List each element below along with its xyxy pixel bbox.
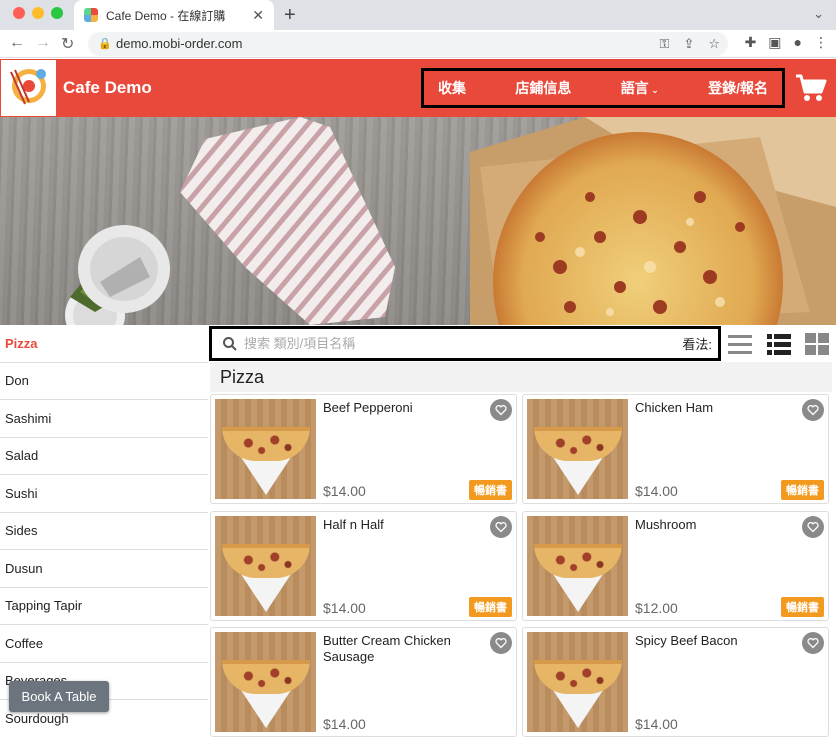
brand-name[interactable]: Cafe Demo [63, 78, 152, 98]
category-item[interactable]: Sushi [0, 475, 208, 513]
favorite-heart-icon[interactable] [802, 632, 824, 654]
back-icon[interactable]: ← [9, 34, 25, 52]
hero-pizza-image [65, 117, 836, 325]
key-icon[interactable]: ⚿ [660, 32, 670, 56]
category-item[interactable]: Dusun [0, 550, 208, 588]
extensions-icon[interactable]: ✚ [745, 34, 757, 51]
search-input[interactable] [244, 336, 683, 351]
favorite-heart-icon[interactable] [490, 516, 512, 538]
product-price: $14.00 [323, 716, 366, 732]
minimize-window-button[interactable] [32, 7, 44, 19]
product-card[interactable]: Half n Half $14.00 暢銷書 [210, 511, 517, 621]
product-price: $14.00 [635, 716, 678, 732]
category-item[interactable]: Sides [0, 513, 208, 550]
favorite-heart-icon[interactable] [490, 399, 512, 421]
reload-icon[interactable]: ↻ [61, 34, 74, 54]
nav-collect[interactable]: 收集 [438, 78, 466, 98]
browser-tab-bar: Cafe Demo - 在線訂購 ✕ + ⌄ [0, 0, 836, 30]
browser-tab[interactable]: Cafe Demo - 在線訂購 ✕ [74, 0, 274, 30]
close-tab-icon[interactable]: ✕ [252, 7, 264, 24]
nav-language[interactable]: 語言 ⌄ [621, 78, 659, 98]
new-tab-button[interactable]: + [284, 4, 296, 27]
profile-icon[interactable]: ● [794, 34, 802, 51]
bestseller-badge: 暢銷書 [469, 597, 512, 617]
list-view-simple-icon[interactable] [728, 331, 752, 357]
address-bar-row: ← → ↻ 🔒 demo.mobi-order.com ⚿ ⇪ ☆ ✚ ▣ ● … [0, 30, 836, 58]
category-item[interactable]: Don [0, 363, 208, 400]
close-window-button[interactable] [13, 7, 25, 19]
product-image [527, 632, 628, 732]
product-card[interactable]: Butter Cream Chicken Sausage $14.00 [210, 627, 517, 737]
view-label: 看法: [682, 337, 712, 352]
product-price: $14.00 [635, 483, 678, 499]
lock-icon: 🔒 [98, 38, 112, 50]
product-price: $14.00 [323, 600, 366, 616]
category-item[interactable]: Pizza [0, 325, 208, 363]
menu-kebab-icon[interactable]: ⋮ [814, 34, 828, 51]
bookmark-star-icon[interactable]: ☆ [708, 32, 720, 56]
product-card[interactable]: Mushroom $12.00 暢銷書 [522, 511, 829, 621]
share-icon[interactable]: ⇪ [683, 32, 694, 56]
product-name: Butter Cream Chicken Sausage [323, 633, 451, 664]
list-view-detail-icon[interactable] [767, 331, 791, 357]
sidepanel-icon[interactable]: ▣ [768, 34, 781, 51]
product-price: $14.00 [323, 483, 366, 499]
product-image [527, 516, 628, 616]
logo-icon [9, 69, 46, 105]
address-bar[interactable]: 🔒 demo.mobi-order.com ⚿ ⇪ ☆ [88, 32, 728, 56]
favicon-icon [84, 8, 98, 22]
product-name: Beef Pepperoni [323, 400, 413, 415]
search-bar: 看法: [209, 326, 721, 361]
site-logo[interactable] [0, 59, 57, 117]
category-item[interactable]: Salad [0, 438, 208, 475]
chevron-down-icon: ⌄ [648, 85, 659, 95]
favorite-heart-icon[interactable] [490, 632, 512, 654]
bestseller-badge: 暢銷書 [469, 480, 512, 500]
forward-icon[interactable]: → [35, 34, 51, 52]
product-card[interactable]: Chicken Ham $14.00 暢銷書 [522, 394, 829, 504]
site-header: Cafe Demo 收集 店鋪信息 語言 ⌄ 登錄/報名 [0, 59, 836, 117]
bestseller-badge: 暢銷書 [781, 597, 824, 617]
product-card[interactable]: Beef Pepperoni $14.00 暢銷書 [210, 394, 517, 504]
grid-view-icon[interactable] [805, 331, 829, 357]
nav-login[interactable]: 登錄/報名 [708, 78, 768, 98]
tab-search-icon[interactable]: ⌄ [813, 6, 824, 22]
category-sidebar: Pizza Don Sashimi Salad Sushi Sides Dusu… [0, 325, 208, 738]
product-name: Spicy Beef Bacon [635, 633, 738, 648]
tab-title: Cafe Demo - 在線訂購 [106, 8, 226, 23]
product-name: Chicken Ham [635, 400, 714, 415]
product-card[interactable]: Spicy Beef Bacon $14.00 [522, 627, 829, 737]
category-item[interactable]: Tapping Tapir [0, 588, 208, 625]
product-name: Mushroom [635, 517, 697, 532]
hero-banner [0, 117, 836, 325]
favorite-heart-icon[interactable] [802, 399, 824, 421]
cart-icon[interactable] [795, 73, 827, 103]
product-image [215, 632, 316, 732]
product-name: Half n Half [323, 517, 384, 532]
section-title: Pizza [210, 362, 832, 392]
category-item[interactable]: Coffee [0, 625, 208, 663]
category-item[interactable]: Sashimi [0, 400, 208, 438]
window-controls [13, 7, 63, 19]
url-text: demo.mobi-order.com [116, 36, 243, 51]
search-icon [223, 336, 237, 351]
book-table-button[interactable]: Book A Table [9, 681, 109, 712]
product-image [215, 516, 316, 616]
nav-language-label: 語言 [620, 80, 649, 96]
nav-store-info[interactable]: 店鋪信息 [515, 78, 571, 98]
top-nav: 收集 店鋪信息 語言 ⌄ 登錄/報名 [421, 68, 785, 108]
product-image [527, 399, 628, 499]
maximize-window-button[interactable] [51, 7, 63, 19]
favorite-heart-icon[interactable] [802, 516, 824, 538]
product-price: $12.00 [635, 600, 678, 616]
product-image [215, 399, 316, 499]
bestseller-badge: 暢銷書 [781, 480, 824, 500]
